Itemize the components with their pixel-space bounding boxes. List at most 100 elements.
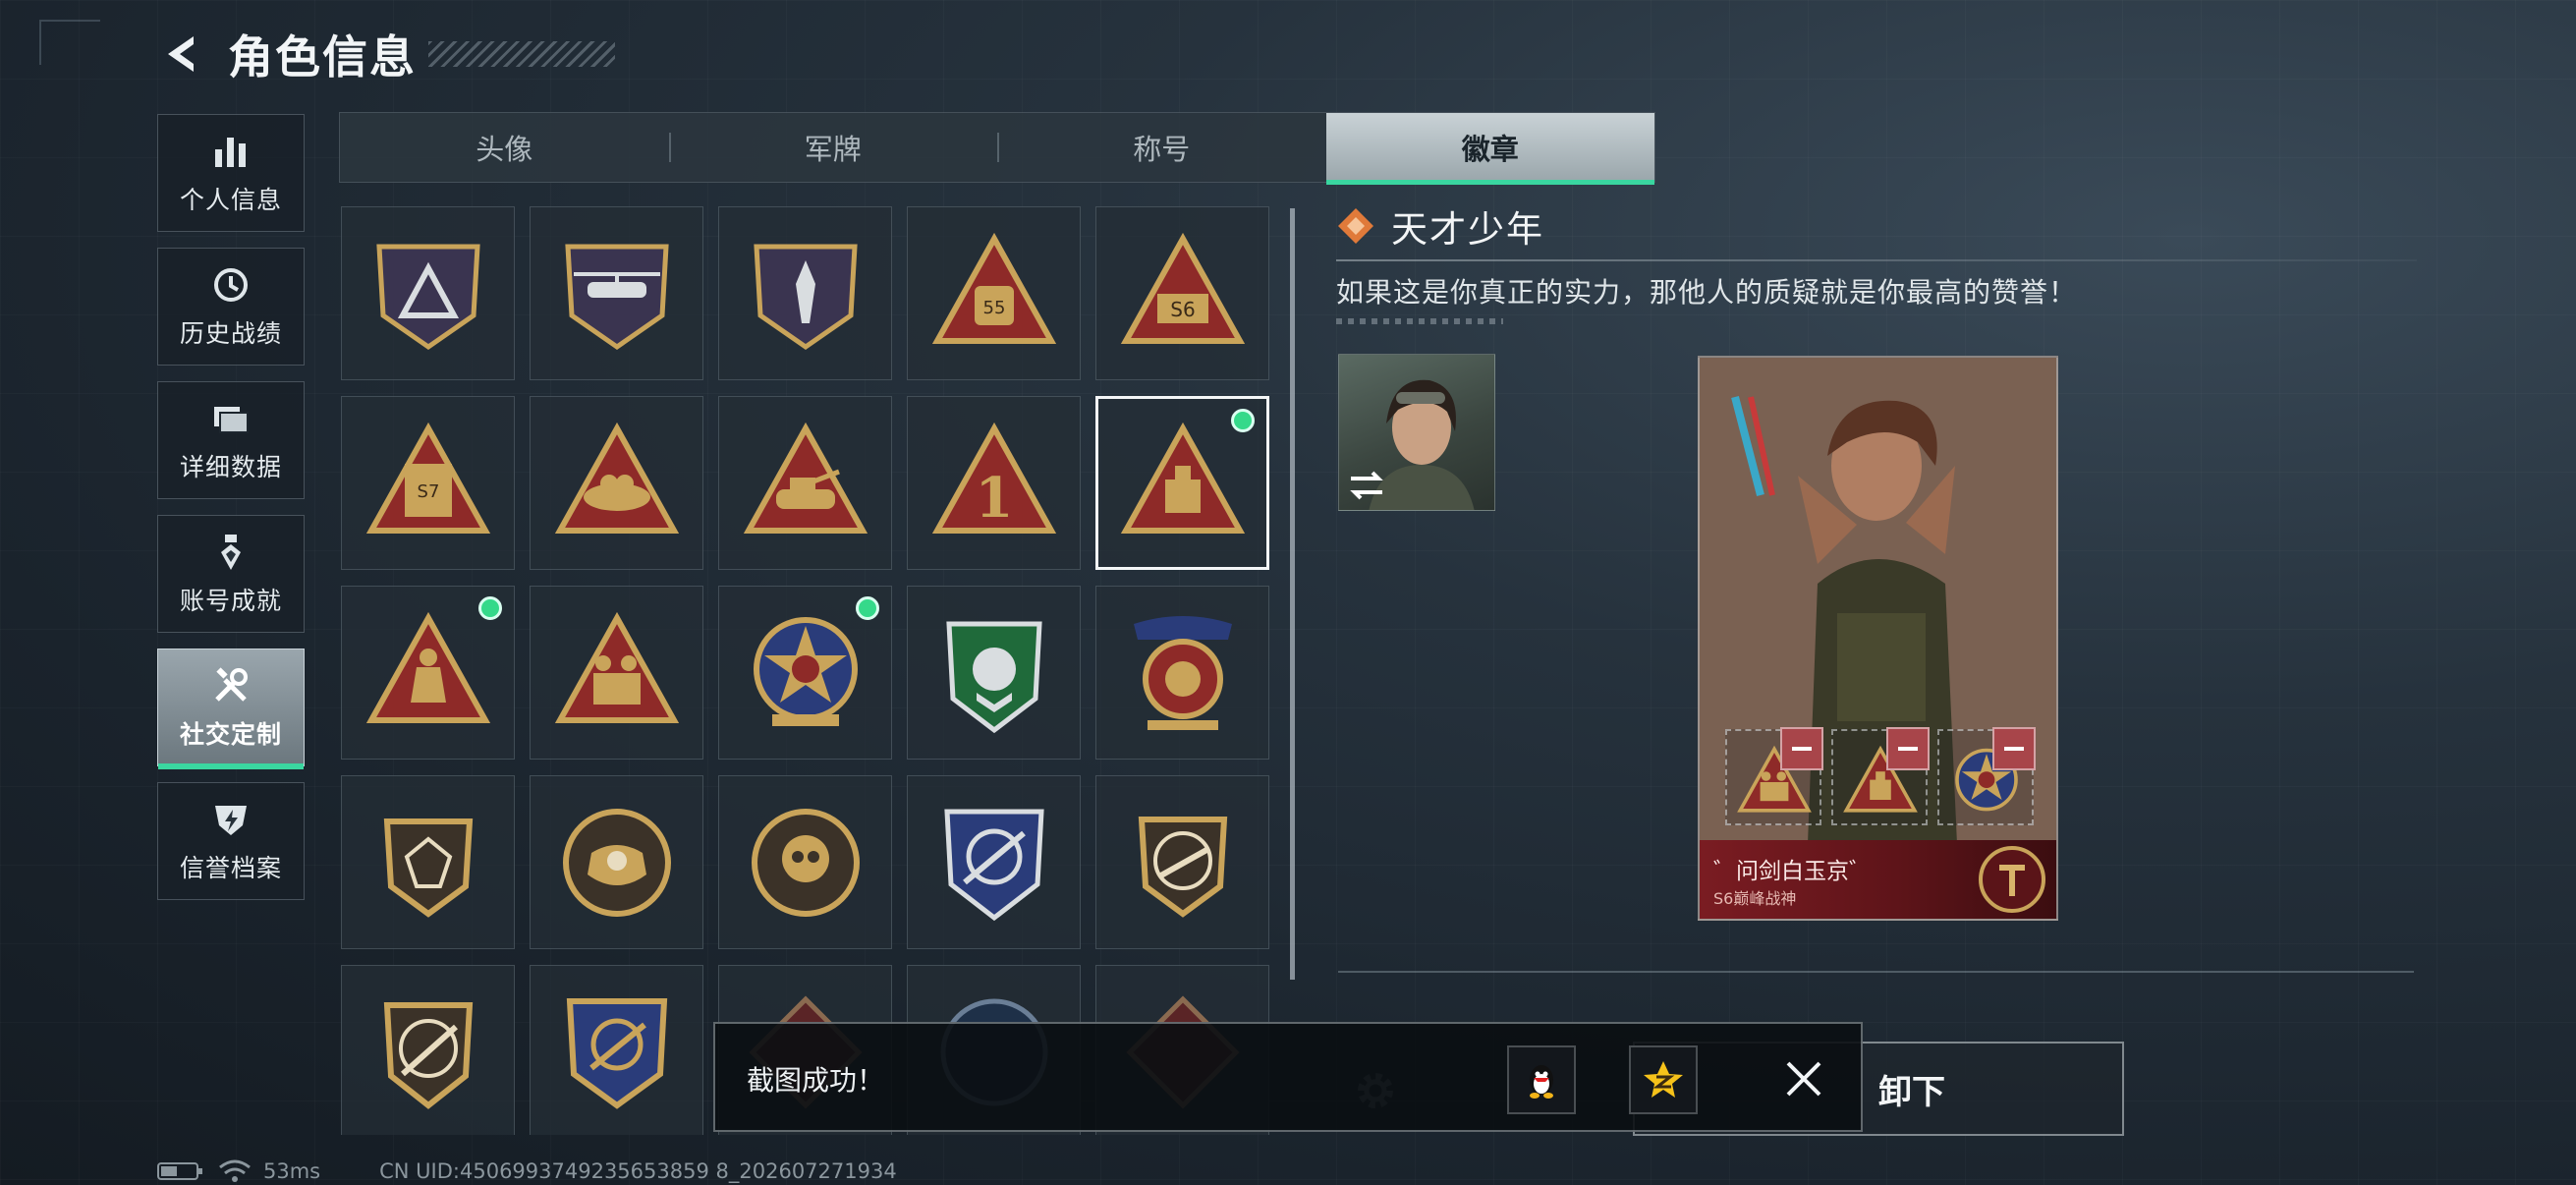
- back-button[interactable]: [157, 29, 206, 79]
- scrollbar-thumb[interactable]: [1290, 208, 1295, 980]
- tools-icon: [209, 664, 252, 707]
- medal-icon: [209, 531, 252, 574]
- battery-icon: [157, 1162, 202, 1180]
- s6-badge-icon: S6: [1120, 232, 1245, 344]
- status-bar: 53ms CN UID:4506993749235653859 8_202607…: [157, 1157, 897, 1185]
- rifle-scope-badge-icon: [383, 1001, 473, 1109]
- sidebar-item-label: 历史战绩: [179, 319, 282, 348]
- description-decoration: [1336, 318, 1503, 324]
- sidebar-item-history[interactable]: 历史战绩: [157, 248, 305, 366]
- badge-cell[interactable]: [1095, 586, 1269, 760]
- tab-dog-tag[interactable]: 军牌: [668, 113, 998, 182]
- soldiers-badge-icon: [554, 611, 679, 723]
- badge-cell[interactable]: S7: [341, 396, 515, 570]
- badge-grid: 55 S6 S7 1: [341, 206, 1274, 1135]
- close-icon: [1786, 1061, 1821, 1097]
- detail-title-row: 天才少年: [1336, 197, 2417, 255]
- tab-bar: 头像 军牌 称号 徽章: [339, 112, 1655, 185]
- badge-cell[interactable]: [341, 586, 515, 760]
- tank-badge-icon: [743, 422, 868, 534]
- badge-cell[interactable]: [718, 396, 892, 570]
- badge-text: 1: [975, 466, 1013, 531]
- badge-cell[interactable]: 55: [907, 206, 1081, 380]
- tab-title[interactable]: 称号: [997, 113, 1326, 182]
- close-button[interactable]: [1776, 1051, 1831, 1106]
- badge-cell[interactable]: [718, 206, 892, 380]
- badge-cell[interactable]: 1: [907, 396, 1081, 570]
- badge-cell[interactable]: [530, 775, 703, 949]
- remove-badge-button[interactable]: [1886, 727, 1930, 770]
- sniper-crosshair-badge-icon: [943, 809, 1044, 921]
- qq-penguin-icon: [1530, 1065, 1553, 1099]
- sidebar-item-social-custom[interactable]: 社交定制: [157, 649, 305, 769]
- player-name: ゛问剑白玉京゛: [1713, 859, 1872, 884]
- badge-cell[interactable]: [341, 965, 515, 1135]
- badge-cell[interactable]: [530, 396, 703, 570]
- crest-badge-icon: [1133, 615, 1232, 730]
- share-qzone-button[interactable]: [1629, 1045, 1698, 1114]
- rifle-badge-icon: [1138, 816, 1227, 918]
- swap-icon[interactable]: [1347, 469, 1386, 502]
- share-qq-button[interactable]: [1507, 1045, 1576, 1114]
- player-rank: S6巅峰战神: [1713, 889, 1797, 908]
- badge-cell[interactable]: [907, 775, 1081, 949]
- badge-cell[interactable]: [718, 586, 892, 760]
- dagger-badge-icon: [753, 244, 858, 350]
- gem-shield-badge-icon: [383, 818, 473, 918]
- badge-cell[interactable]: [341, 775, 515, 949]
- badge-detail-panel: 天才少年 如果这是你真正的实力，那他人的质疑就是你最高的赞誉！: [1336, 197, 2417, 324]
- badge-cell[interactable]: [907, 586, 1081, 760]
- remove-badge-button[interactable]: [1780, 727, 1823, 770]
- badge-cell[interactable]: [530, 586, 703, 760]
- number-one-badge-icon: 1: [931, 422, 1056, 534]
- ping-text: 53ms: [263, 1159, 321, 1183]
- badge-text: 55: [982, 298, 1005, 318]
- sidebar-item-detailed-data[interactable]: 详细数据: [157, 381, 305, 499]
- sidebar: 个人信息 历史战绩 详细数据 账号成就 社交定制 信誉档案: [157, 114, 305, 916]
- page-title: 角色信息: [228, 30, 417, 84]
- remove-badge-button[interactable]: [1992, 727, 2036, 770]
- folder-icon: [209, 397, 252, 440]
- sidebar-item-personal-info[interactable]: 个人信息: [157, 114, 305, 232]
- badge-cell[interactable]: [1095, 775, 1269, 949]
- divider: [1338, 971, 2414, 973]
- corner-decoration: [39, 20, 100, 65]
- badge-text: S7: [417, 481, 439, 502]
- badge-cell[interactable]: [530, 965, 703, 1135]
- sidebar-item-label: 信誉档案: [179, 854, 282, 882]
- badge-grid-scrollbar[interactable]: [1290, 208, 1295, 980]
- shield-badge-icon: [375, 244, 480, 350]
- badge-cell[interactable]: [341, 206, 515, 380]
- kneeling-figure-badge-icon: [365, 611, 490, 723]
- rank-emblem-icon: [1979, 846, 2045, 913]
- star-emblem-badge-icon: [753, 616, 858, 726]
- badge-cell[interactable]: [718, 775, 892, 949]
- badge-title: 天才少年: [1391, 208, 1544, 251]
- equipped-badge-slot-2[interactable]: [1831, 727, 1930, 825]
- badge-cell[interactable]: S6: [1095, 206, 1269, 380]
- sidebar-item-achievements[interactable]: 账号成就: [157, 515, 305, 633]
- screenshot-toast: 截图成功！: [713, 1022, 1863, 1132]
- green-shield-badge-icon: [945, 621, 1042, 733]
- shield-bolt-icon: [209, 798, 252, 841]
- sidebar-item-label: 账号成就: [179, 587, 282, 615]
- sidebar-item-reputation[interactable]: 信誉档案: [157, 782, 305, 900]
- genius-badge-icon: [1120, 422, 1245, 534]
- blue-gold-shield-badge-icon: [566, 997, 667, 1109]
- equipped-badge-slot-3[interactable]: [1937, 727, 2036, 825]
- new-indicator-dot: [856, 596, 879, 620]
- diamond-badge-icon: [1338, 208, 1373, 244]
- nest-badge-icon: [554, 422, 679, 534]
- avatar[interactable]: [1338, 354, 1495, 511]
- tab-badge[interactable]: 徽章: [1325, 113, 1654, 185]
- badge-cell[interactable]: [530, 206, 703, 380]
- s7-badge-icon: S7: [365, 422, 490, 534]
- sidebar-item-label: 社交定制: [179, 720, 282, 749]
- pearl-badge-icon: [562, 808, 671, 917]
- new-indicator-dot: [1231, 409, 1255, 432]
- badge-cell-selected[interactable]: [1095, 396, 1269, 570]
- badge-description: 如果这是你真正的实力，那他人的质疑就是你最高的赞誉！: [1336, 276, 2078, 309]
- uid-text: CN UID:4506993749235653859 8_20260727193…: [379, 1159, 897, 1183]
- equipped-badge-slot-1[interactable]: [1725, 727, 1823, 825]
- tab-avatar[interactable]: 头像: [340, 113, 669, 182]
